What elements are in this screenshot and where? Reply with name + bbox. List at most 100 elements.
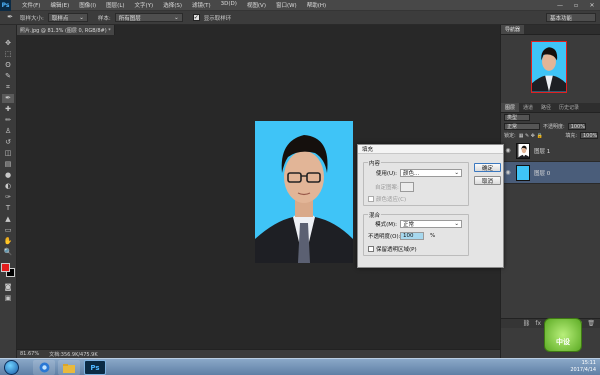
cancel-button[interactable]: 取消 <box>474 176 501 185</box>
browser-taskbar-icon[interactable] <box>33 360 55 375</box>
show-ring-label: 显示取样环 <box>203 15 232 22</box>
chevron-down-icon: ⌄ <box>454 221 459 227</box>
navigator-preview[interactable] <box>531 41 567 93</box>
folder-taskbar-icon[interactable] <box>58 360 80 375</box>
fx-icon[interactable]: fx <box>535 320 541 327</box>
tab-layers[interactable]: 图层 <box>501 103 520 112</box>
layer-row[interactable]: ◉ 图层 1 <box>501 140 600 162</box>
menu-item[interactable]: 图层(L) <box>101 1 129 9</box>
move-icon[interactable]: ✥ <box>2 39 14 48</box>
trash-icon[interactable]: 🗑 <box>587 320 595 327</box>
brush-icon[interactable]: ✏ <box>2 116 14 125</box>
menu-item[interactable]: 编辑(E) <box>45 1 74 9</box>
sample-size-label: 取样大小: <box>20 15 44 22</box>
dodge-icon[interactable]: ◐ <box>2 182 14 191</box>
photoshop-taskbar-icon[interactable]: Ps <box>84 360 106 375</box>
canvas-photo[interactable] <box>255 121 353 263</box>
eraser-icon[interactable]: ◫ <box>2 149 14 158</box>
menu-item[interactable]: 视图(V) <box>242 1 271 9</box>
start-button[interactable] <box>4 360 19 375</box>
layer-thumbnail <box>516 142 530 159</box>
fill-field[interactable]: 100% <box>580 132 598 139</box>
stamp-icon[interactable]: ♙ <box>2 127 14 136</box>
hand-icon[interactable]: ✋ <box>2 237 14 246</box>
mode-select[interactable]: 正常 ⌄ <box>400 220 462 228</box>
sample-select[interactable]: 所有图层 ⌄ <box>114 13 183 22</box>
type-icon[interactable]: T <box>2 204 14 213</box>
marquee-icon[interactable]: ⬚ <box>2 50 14 59</box>
quick-select-icon[interactable]: ✎ <box>2 72 14 81</box>
lasso-icon[interactable]: ʘ <box>2 61 14 70</box>
navigator-tabs: 导航器 <box>501 25 600 35</box>
content-aware-checkbox[interactable] <box>368 196 374 202</box>
use-select[interactable]: 颜色... ⌄ <box>400 169 462 177</box>
opacity-field[interactable]: 100% <box>567 123 586 130</box>
menu-bar: Ps 文件(F) 编辑(E) 图像(I) 图层(L) 文字(Y) 选择(S) 滤镜(T) 3D… <box>0 0 600 11</box>
layer-filter-row: 类型 <box>501 113 600 122</box>
fill-dialog: 填充 内容 使用(U): 颜色... ⌄ 自定图案: 颜色适应(C) 混合 模式(… <box>357 144 504 268</box>
pattern-swatch <box>400 182 414 192</box>
blending-legend: 混合 <box>368 211 382 219</box>
tab-history[interactable]: 历史记录 <box>555 103 583 112</box>
tab-channels[interactable]: 通道 <box>519 103 537 112</box>
foreground-color-swatch[interactable] <box>1 263 10 272</box>
screen-mode-icon[interactable]: ▣ <box>2 294 14 303</box>
menu-item[interactable]: 选择(S) <box>158 1 187 9</box>
pen-icon[interactable]: ✑ <box>2 193 14 202</box>
content-aware-label: 颜色适应(C) <box>376 197 407 203</box>
zoom-readout[interactable]: 81.67% <box>20 351 39 357</box>
watermark-logo: 中设 <box>544 318 582 352</box>
custom-pattern-row: 自定图案: <box>375 182 414 192</box>
layer-kind-select[interactable]: 类型 <box>504 114 530 121</box>
custom-pattern-label: 自定图案: <box>375 185 399 191</box>
preserve-row: 保留透明区域(P) <box>368 245 417 253</box>
mode-label: 模式(M): <box>375 222 397 228</box>
layer-row[interactable]: ◉ 图层 0 <box>501 162 600 184</box>
document-tab[interactable]: 照片.jpg @ 81.3% (图层 0, RGB/8#) * <box>17 25 115 35</box>
preserve-transparency-checkbox[interactable] <box>368 246 374 252</box>
shape-icon[interactable]: ▭ <box>2 226 14 235</box>
gradient-icon[interactable]: ▤ <box>2 160 14 169</box>
sample-size-select[interactable]: 取样点 ⌄ <box>47 13 88 22</box>
tab-paths[interactable]: 路径 <box>537 103 555 112</box>
visibility-eye-icon[interactable]: ◉ <box>504 169 512 176</box>
maximize-button[interactable]: ▫ <box>568 0 584 11</box>
dialog-opacity-field[interactable]: 100 <box>400 232 424 240</box>
crop-icon[interactable]: ⌗ <box>2 83 14 92</box>
eyedropper-icon[interactable]: ✒ <box>4 13 16 22</box>
preserve-transparency-label: 保留透明区域(P) <box>376 247 417 253</box>
toolbox: ✥ ⬚ ʘ ✎ ⌗ ✒ ✚ ✏ ♙ ↺ ◫ ▤ ● ◐ ✑ T ▲ ▭ ✋ 🔍 ◙ ▣ <box>0 25 17 358</box>
minimize-button[interactable]: — <box>552 0 568 11</box>
quick-mask-icon[interactable]: ◙ <box>2 283 14 292</box>
workspace-select[interactable]: 基本功能 <box>546 13 596 22</box>
tab-navigator[interactable]: 导航器 <box>501 25 525 34</box>
blend-mode-select[interactable]: 正常 <box>504 123 540 130</box>
eyedropper-icon[interactable]: ✒ <box>2 94 14 103</box>
healing-icon[interactable]: ✚ <box>2 105 14 114</box>
menu-item[interactable]: 窗口(W) <box>271 1 302 9</box>
menu-item[interactable]: 图像(I) <box>74 1 101 9</box>
navigator-panel: 导航器 <box>501 25 600 97</box>
menu-item[interactable]: 文件(F) <box>17 1 45 9</box>
menu-item[interactable]: 滤镜(T) <box>187 1 216 9</box>
ok-button[interactable]: 确定 <box>474 163 501 172</box>
options-bar: ✒ 取样大小: 取样点 ⌄ 样本: 所有图层 ⌄ ✓ 显示取样环 基本功能 <box>0 11 600 25</box>
blur-icon[interactable]: ● <box>2 171 14 180</box>
menu-item[interactable]: 帮助(H) <box>302 1 331 9</box>
blend-row: 正常 不透明度: 100% <box>501 122 600 131</box>
contents-legend: 内容 <box>368 159 382 167</box>
history-brush-icon[interactable]: ↺ <box>2 138 14 147</box>
system-clock[interactable]: 15:11 2017/4/14 <box>570 360 596 374</box>
document-info[interactable]: 文档:356.9K/475.9K <box>49 351 98 358</box>
zoom-icon[interactable]: 🔍 <box>2 248 14 257</box>
menu-item[interactable]: 3D(D) <box>216 1 242 9</box>
navigator-thumbnail <box>532 42 566 92</box>
visibility-eye-icon[interactable]: ◉ <box>504 147 512 154</box>
path-select-icon[interactable]: ▲ <box>2 215 14 224</box>
show-ring-checkbox[interactable]: ✓ <box>192 14 200 21</box>
close-button[interactable]: ✕ <box>584 0 600 11</box>
lock-icons[interactable]: ▦ ✎ ✥ 🔒 <box>519 133 543 139</box>
link-icon[interactable]: ⛓ <box>523 320 531 327</box>
menu-item[interactable]: 文字(Y) <box>130 1 159 9</box>
status-bar: 81.67% 文档:356.9K/475.9K <box>17 349 500 358</box>
